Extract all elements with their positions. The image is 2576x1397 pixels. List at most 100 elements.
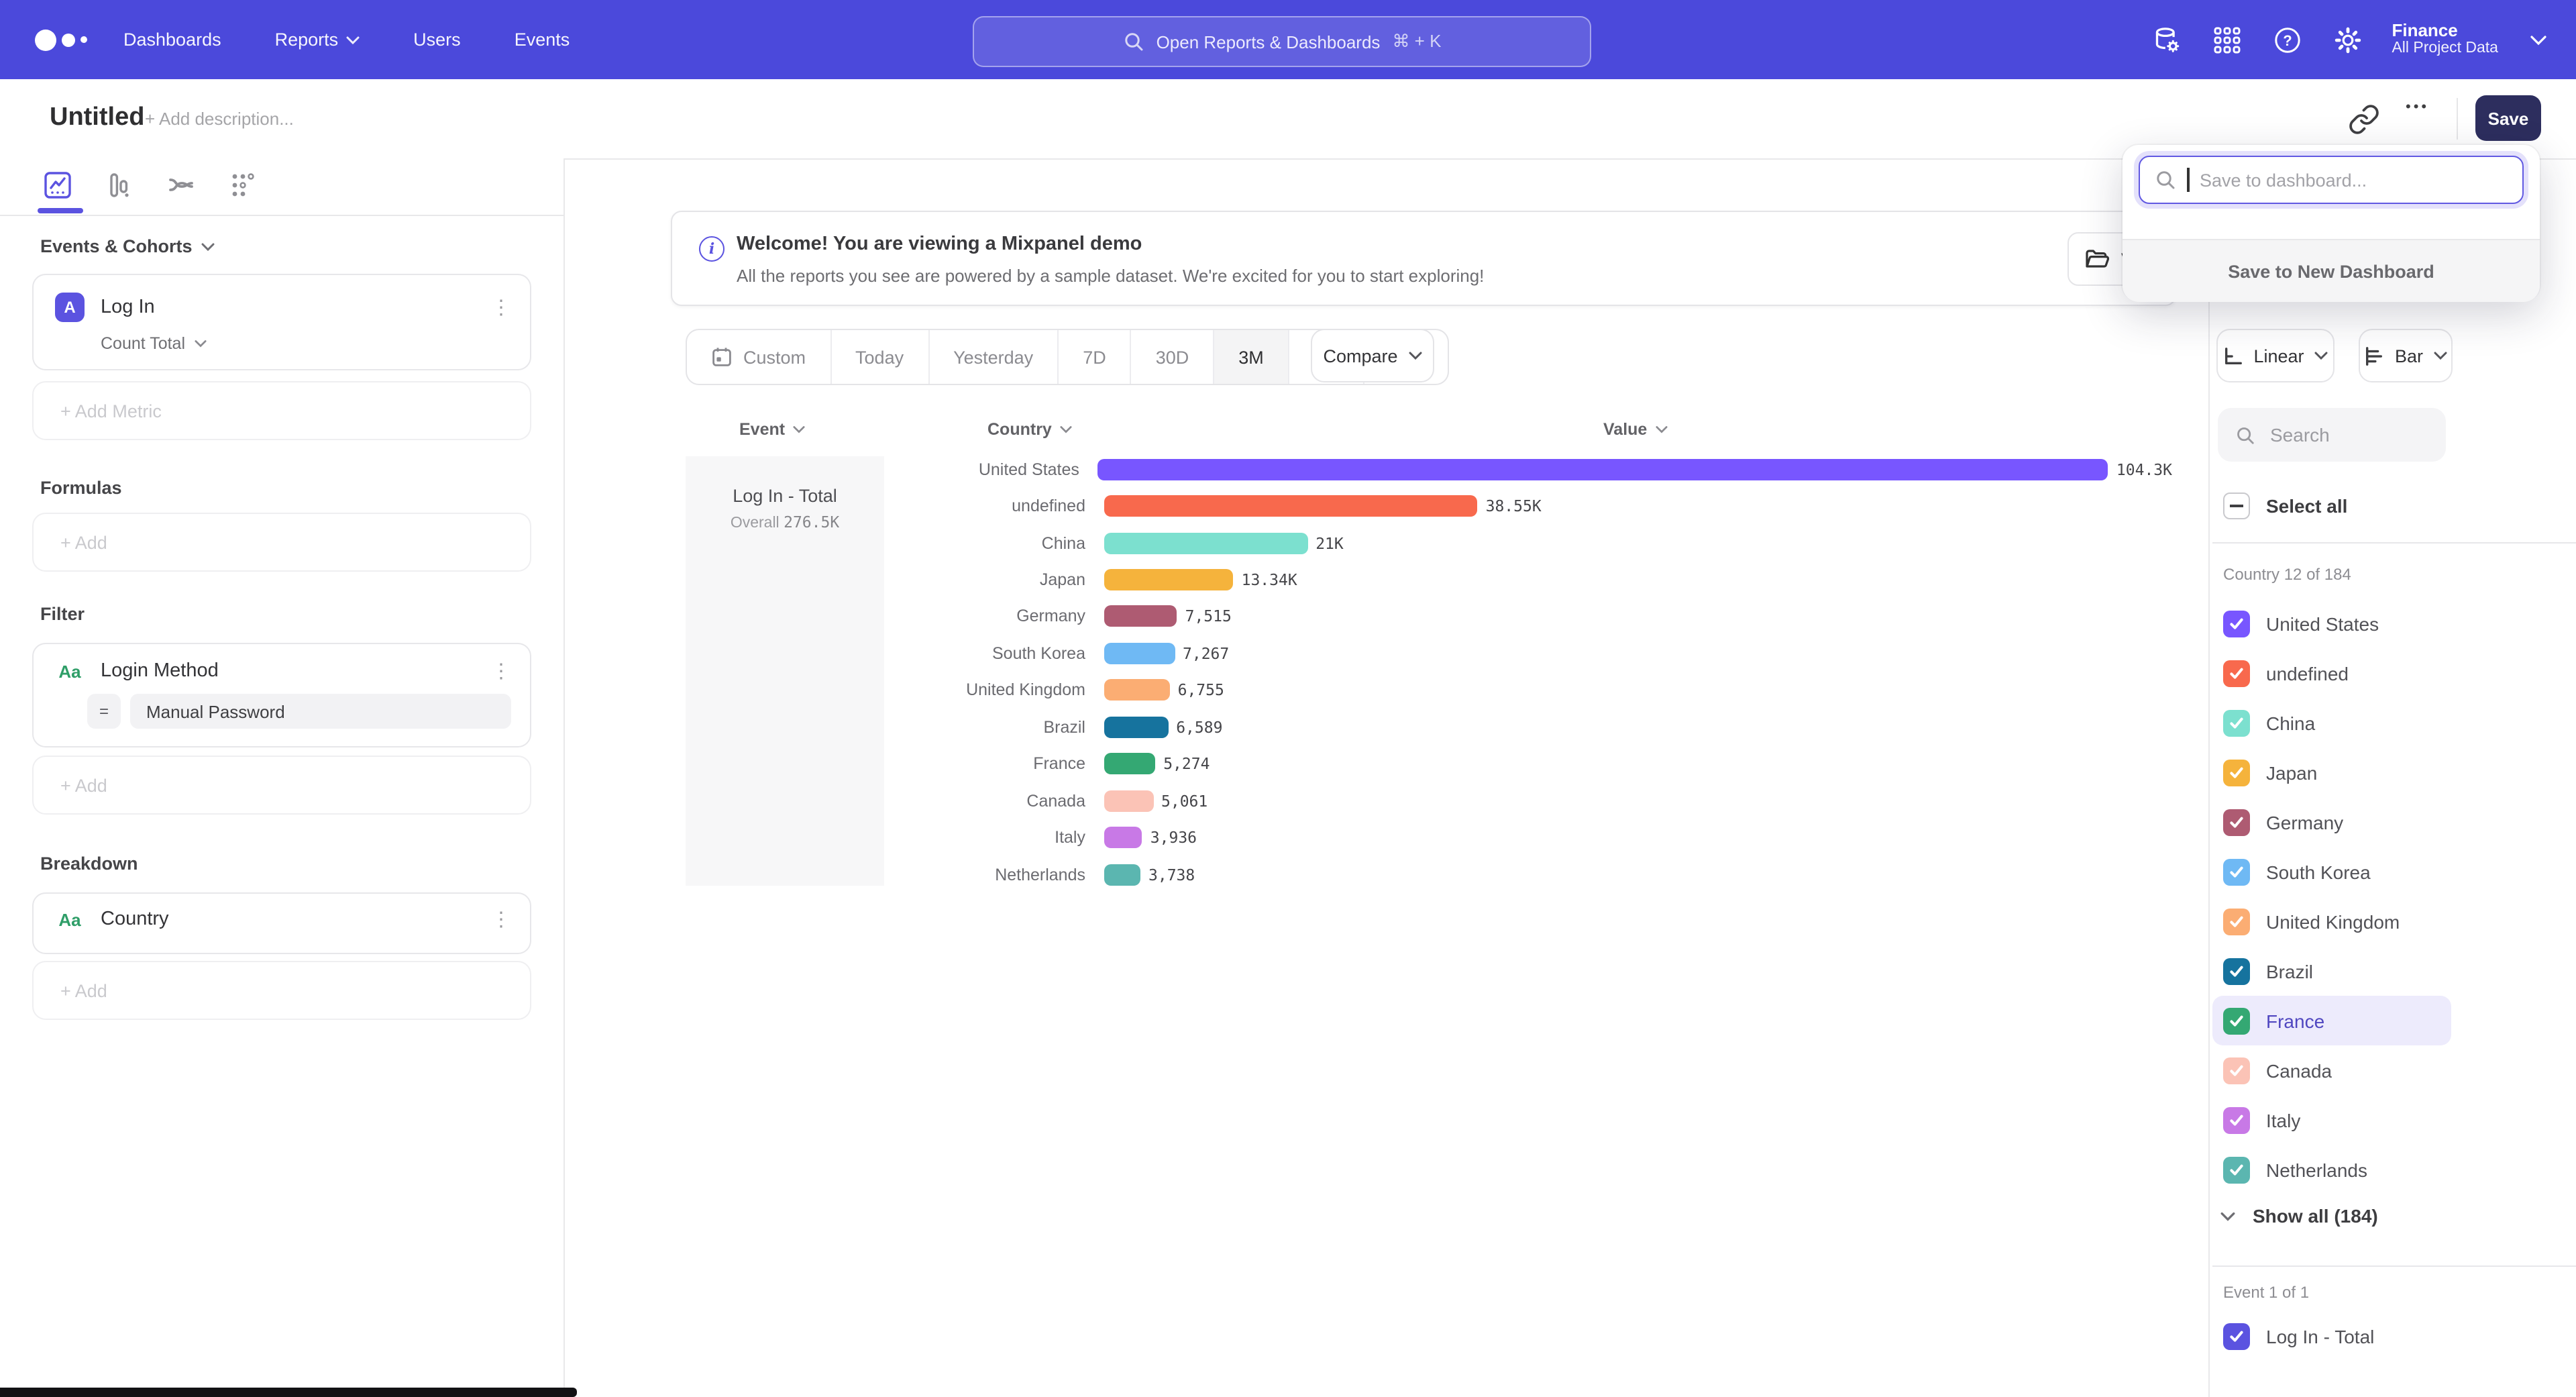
country-option-united-kingdom[interactable]: United Kingdom <box>2212 896 2451 946</box>
apps-grid-icon[interactable] <box>2212 25 2241 54</box>
country-option-japan[interactable]: Japan <box>2212 747 2451 797</box>
country-option-germany[interactable]: Germany <box>2212 797 2451 847</box>
checkbox-checked[interactable] <box>2223 958 2250 984</box>
select-all-row[interactable]: Select all <box>2223 493 2347 519</box>
country-option-undefined[interactable]: undefined <box>2212 648 2451 698</box>
checkbox-checked[interactable] <box>2223 858 2250 885</box>
nav-item-dashboards[interactable]: Dashboards <box>123 30 221 50</box>
segment-search-box[interactable] <box>2218 408 2446 462</box>
chart-bar[interactable] <box>1104 864 1140 885</box>
chart-bar[interactable] <box>1104 643 1175 664</box>
value-scale-button[interactable]: Linear <box>2216 329 2334 382</box>
country-option-france[interactable]: France <box>2212 996 2451 1045</box>
tab-funnels[interactable] <box>102 168 137 203</box>
add-filter-button[interactable]: + Add <box>32 756 531 815</box>
nav-item-events[interactable]: Events <box>515 30 570 50</box>
chart-bar[interactable] <box>1104 532 1307 554</box>
country-option-south-korea[interactable]: South Korea <box>2212 847 2451 896</box>
chart-bar[interactable] <box>1104 827 1142 848</box>
chart-bar[interactable] <box>1104 495 1478 517</box>
checkbox-checked[interactable] <box>2223 908 2250 935</box>
save-dashboard-search-field[interactable] <box>2139 156 2524 204</box>
column-header-event[interactable]: Event <box>739 420 805 439</box>
project-switcher[interactable]: Finance All Project Data <box>2392 20 2498 60</box>
checkbox-indeterminate[interactable] <box>2223 493 2250 519</box>
breakdown-card-country[interactable]: Aa Country ⋮ <box>32 892 531 954</box>
compare-button[interactable]: Compare <box>1311 329 1434 382</box>
save-dashboard-input[interactable] <box>2200 170 2495 190</box>
chart-type-button[interactable]: Bar <box>2359 329 2453 382</box>
checkbox-checked[interactable] <box>2223 1323 2250 1350</box>
save-button[interactable]: Save <box>2475 95 2541 141</box>
aggregation-selector[interactable]: Count Total <box>101 334 530 353</box>
report-title[interactable]: Untitled <box>50 103 144 133</box>
range-custom[interactable]: Custom <box>687 330 831 384</box>
save-to-new-dashboard-button[interactable]: Save to New Dashboard <box>2123 239 2540 302</box>
metric-event-name[interactable]: Log In <box>101 297 475 318</box>
tab-insights[interactable] <box>40 168 75 203</box>
event-option-log-in-total[interactable]: Log In - Total <box>2223 1323 2374 1350</box>
checkbox-checked[interactable] <box>2223 610 2250 637</box>
filter-operator[interactable]: = <box>87 694 121 729</box>
chart-bar[interactable] <box>1098 458 2108 480</box>
column-header-value[interactable]: Value <box>1603 420 1667 439</box>
kebab-menu-icon[interactable]: ⋮ <box>491 909 511 929</box>
add-breakdown-button[interactable]: + Add <box>32 961 531 1020</box>
add-metric-button[interactable]: + Add Metric <box>32 381 531 440</box>
more-options-button[interactable]: ••• <box>2406 99 2429 115</box>
global-search-button[interactable]: Open Reports & Dashboards ⌘ + K <box>973 16 1591 67</box>
country-option-united-states[interactable]: United States <box>2212 599 2451 648</box>
chart-bar[interactable] <box>1104 717 1168 738</box>
checkbox-checked[interactable] <box>2223 809 2250 835</box>
settings-gear-icon[interactable] <box>2332 25 2362 54</box>
show-all-button[interactable]: Show all (184) <box>2220 1205 2378 1227</box>
chart-bar[interactable] <box>1104 606 1177 627</box>
events-cohorts-section-header[interactable]: Events & Cohorts <box>40 236 215 256</box>
horizontal-scrollbar[interactable] <box>0 1388 577 1397</box>
segment-search-input[interactable] <box>2267 423 2420 447</box>
chart-bar[interactable] <box>1104 753 1155 774</box>
range-today[interactable]: Today <box>831 330 929 384</box>
kebab-menu-icon[interactable]: ⋮ <box>491 661 511 681</box>
checkbox-checked[interactable] <box>2223 1106 2250 1133</box>
data-management-icon[interactable] <box>2151 25 2181 54</box>
country-option-label: Canada <box>2266 1059 2332 1081</box>
nav-item-reports[interactable]: Reports <box>275 30 360 50</box>
range-30d[interactable]: 30D <box>1132 330 1215 384</box>
country-option-netherlands[interactable]: Netherlands <box>2212 1145 2451 1194</box>
kebab-menu-icon[interactable]: ⋮ <box>491 297 511 317</box>
metric-card-log-in[interactable]: A Log In ⋮ Count Total <box>32 274 531 370</box>
breakdown-property-name[interactable]: Country <box>101 909 475 930</box>
chevron-down-icon[interactable] <box>2530 28 2546 52</box>
chart-bar[interactable] <box>1104 790 1153 811</box>
help-icon[interactable]: ? <box>2272 25 2302 54</box>
country-option-china[interactable]: China <box>2212 698 2451 747</box>
filter-property-name[interactable]: Login Method <box>101 660 475 682</box>
checkbox-checked[interactable] <box>2223 759 2250 786</box>
checkbox-checked[interactable] <box>2223 660 2250 686</box>
range-7d[interactable]: 7D <box>1059 330 1132 384</box>
checkbox-checked[interactable] <box>2223 1156 2250 1183</box>
tab-flows[interactable] <box>164 168 199 203</box>
checkbox-checked[interactable] <box>2223 709 2250 736</box>
country-option-canada[interactable]: Canada <box>2212 1045 2451 1095</box>
add-description-button[interactable]: + Add description... <box>145 109 294 129</box>
overall-value: 276.5K <box>784 513 839 531</box>
range-yesterday[interactable]: Yesterday <box>929 330 1059 384</box>
chart-bar[interactable] <box>1104 569 1234 590</box>
country-option-brazil[interactable]: Brazil <box>2212 946 2451 996</box>
checkbox-checked[interactable] <box>2223 1007 2250 1034</box>
tab-retention[interactable] <box>225 168 260 203</box>
filter-card-login-method[interactable]: Aa Login Method ⋮ = Manual Password <box>32 643 531 747</box>
add-formula-button[interactable]: + Add <box>32 513 531 572</box>
nav-item-users[interactable]: Users <box>413 30 461 50</box>
copy-link-icon[interactable] <box>2348 103 2380 136</box>
chart-bar[interactable] <box>1104 680 1170 701</box>
range-3m[interactable]: 3M <box>1214 330 1289 384</box>
event-series-cell[interactable]: Log In - Total Overall 276.5K <box>686 456 884 886</box>
column-header-country[interactable]: Country <box>987 420 1072 439</box>
mixpanel-logo[interactable] <box>35 0 87 79</box>
country-option-italy[interactable]: Italy <box>2212 1095 2451 1145</box>
filter-value[interactable]: Manual Password <box>130 694 511 729</box>
checkbox-checked[interactable] <box>2223 1057 2250 1084</box>
